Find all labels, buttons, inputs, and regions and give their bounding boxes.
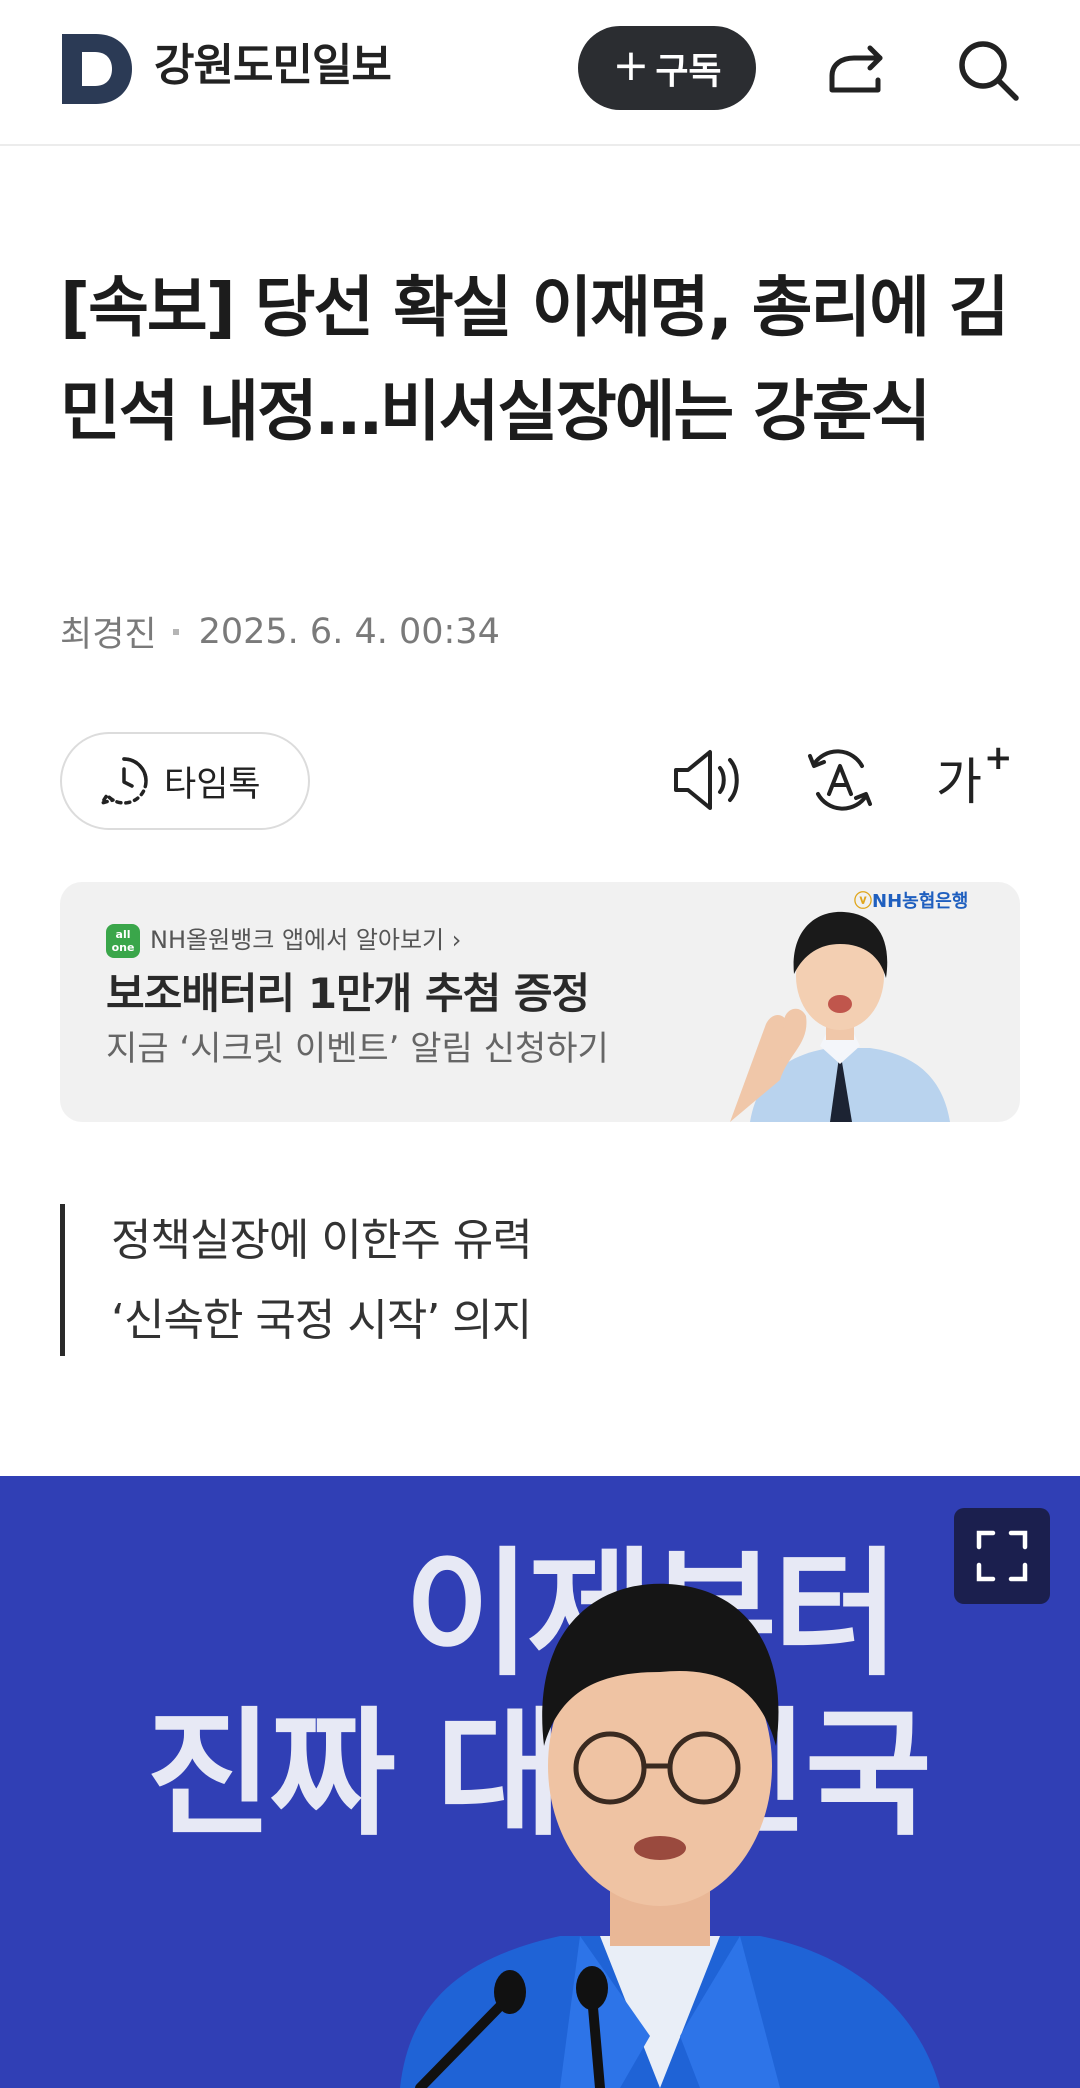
logo-icon[interactable] — [62, 34, 134, 104]
share-icon[interactable] — [822, 36, 890, 104]
summary-line: 정책실장에 이한주 유력 — [111, 1215, 533, 1266]
translate-icon[interactable] — [802, 744, 878, 816]
separator-dot — [172, 628, 179, 635]
plus-icon: + — [612, 40, 650, 91]
speaker-icon[interactable] — [670, 744, 746, 816]
brand-name[interactable]: 강원도민일보 — [154, 36, 392, 96]
summary-line: ‘신속한 국정 시작’ 의지 — [111, 1295, 532, 1346]
chat-clock-icon — [100, 757, 148, 805]
expand-icon — [976, 1530, 1028, 1582]
article-title: [속보] 당선 확실 이재명, 총리에 김민석 내정…비서실장에는 강훈식 — [60, 269, 1010, 450]
search-icon[interactable] — [954, 36, 1022, 104]
subscribe-label: 구독 — [655, 51, 722, 92]
ad-banner[interactable]: all one NH올원뱅크 앱에서 알아보기 › 보조배터리 1만개 추첨 증… — [60, 882, 1020, 1122]
ad-model-image — [730, 911, 950, 1122]
expand-button[interactable] — [954, 1508, 1050, 1604]
ad-subtext: 지금 ‘시크릿 이벤트’ 알림 신청하기 — [106, 1029, 609, 1069]
font-size-plus: + — [984, 738, 1013, 778]
subscribe-button[interactable]: + 구독 — [578, 26, 756, 110]
timetalk-button[interactable]: 타임톡 — [60, 732, 310, 830]
article-meta: 최경진 2025. 6. 4. 00:34 — [60, 606, 500, 657]
allone-logo: all one — [106, 924, 140, 958]
publish-date: 2025. 6. 4. 00:34 — [198, 611, 500, 652]
font-size-icon[interactable]: 가 — [936, 742, 982, 814]
timetalk-label: 타임톡 — [164, 764, 261, 805]
speaker-figure — [400, 1583, 940, 2088]
article-summary: 정책실장에 이한주 유력 ‘신속한 국정 시작’ 의지 — [60, 1204, 533, 1356]
article-photo[interactable]: 이제부터 진짜 대한민국 — [0, 1476, 1080, 2088]
ad-headline: 보조배터리 1만개 추첨 증정 — [106, 969, 590, 1018]
author-name[interactable]: 최경진 — [60, 606, 157, 657]
app-header: 강원도민일보 + 구독 — [0, 0, 1080, 146]
ad-source-link[interactable]: NH올원뱅크 앱에서 알아보기 › — [150, 922, 461, 958]
